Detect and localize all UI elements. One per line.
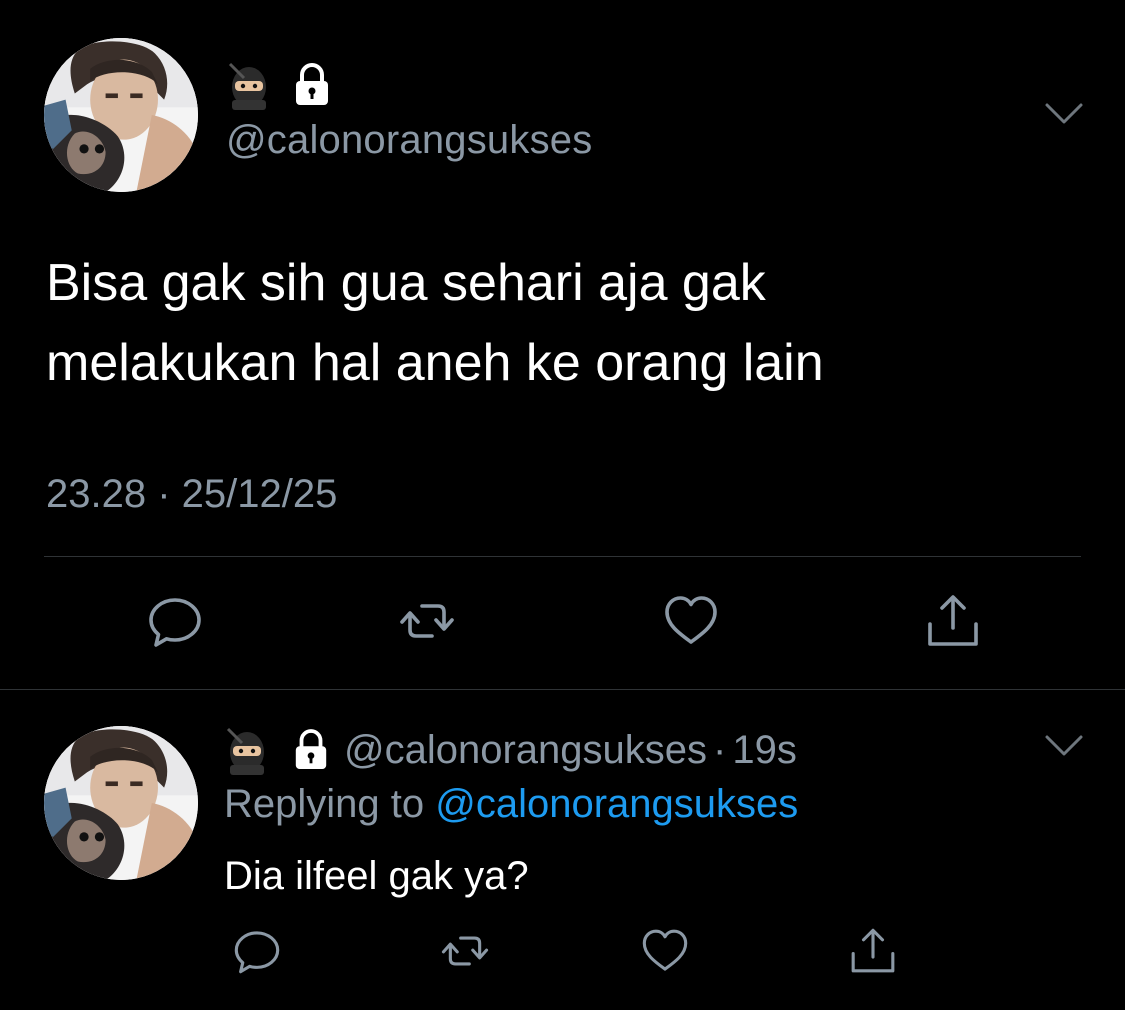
lock-icon bbox=[295, 729, 327, 769]
replying-to-label: Replying to bbox=[224, 782, 436, 826]
share-icon[interactable] bbox=[848, 926, 898, 976]
user-handle[interactable]: @calonorangsukses bbox=[226, 118, 592, 163]
tweet-timestamp[interactable]: 23.28 · 25/12/25 bbox=[46, 472, 337, 517]
user-handle[interactable]: @calonorangsukses bbox=[344, 728, 707, 773]
reply-icon[interactable] bbox=[232, 926, 282, 976]
tweet-text: Bisa gak sih gua sehari aja gak melakuka… bbox=[46, 254, 824, 392]
main-tweet: @calonorangsukses Bisa gak sih gua sehar… bbox=[0, 0, 1125, 690]
tweet-action-bar bbox=[0, 926, 1125, 978]
tweet-text: Dia ilfeel gak ya? bbox=[224, 854, 529, 898]
like-icon[interactable] bbox=[640, 926, 690, 976]
reply-tweet[interactable]: @calonorangsukses · 19s Replying to @cal… bbox=[0, 690, 1125, 1010]
lock-icon bbox=[296, 63, 328, 105]
retweet-icon[interactable] bbox=[440, 926, 490, 976]
tweet-time[interactable]: 19s bbox=[732, 728, 797, 773]
ninja-emoji-icon bbox=[228, 62, 266, 110]
avatar[interactable] bbox=[44, 726, 198, 880]
separator-dot: · bbox=[713, 727, 727, 772]
share-icon[interactable] bbox=[924, 592, 982, 650]
tweet-thread-screen: @calonorangsukses Bisa gak sih gua sehar… bbox=[0, 0, 1125, 1010]
retweet-icon[interactable] bbox=[398, 592, 456, 650]
ninja-emoji-icon bbox=[226, 727, 264, 775]
divider bbox=[44, 556, 1081, 557]
reply-header: @calonorangsukses · 19s bbox=[224, 724, 797, 776]
reply-icon[interactable] bbox=[146, 592, 204, 650]
like-icon[interactable] bbox=[662, 592, 720, 650]
chevron-down-icon[interactable] bbox=[1044, 734, 1084, 758]
avatar[interactable] bbox=[44, 38, 198, 192]
chevron-down-icon[interactable] bbox=[1044, 102, 1084, 126]
tweet-action-bar bbox=[0, 592, 1125, 652]
display-name[interactable] bbox=[226, 60, 332, 110]
replying-to-line: Replying to @calonorangsukses bbox=[224, 782, 798, 827]
mention-link[interactable]: @calonorangsukses bbox=[435, 782, 798, 826]
